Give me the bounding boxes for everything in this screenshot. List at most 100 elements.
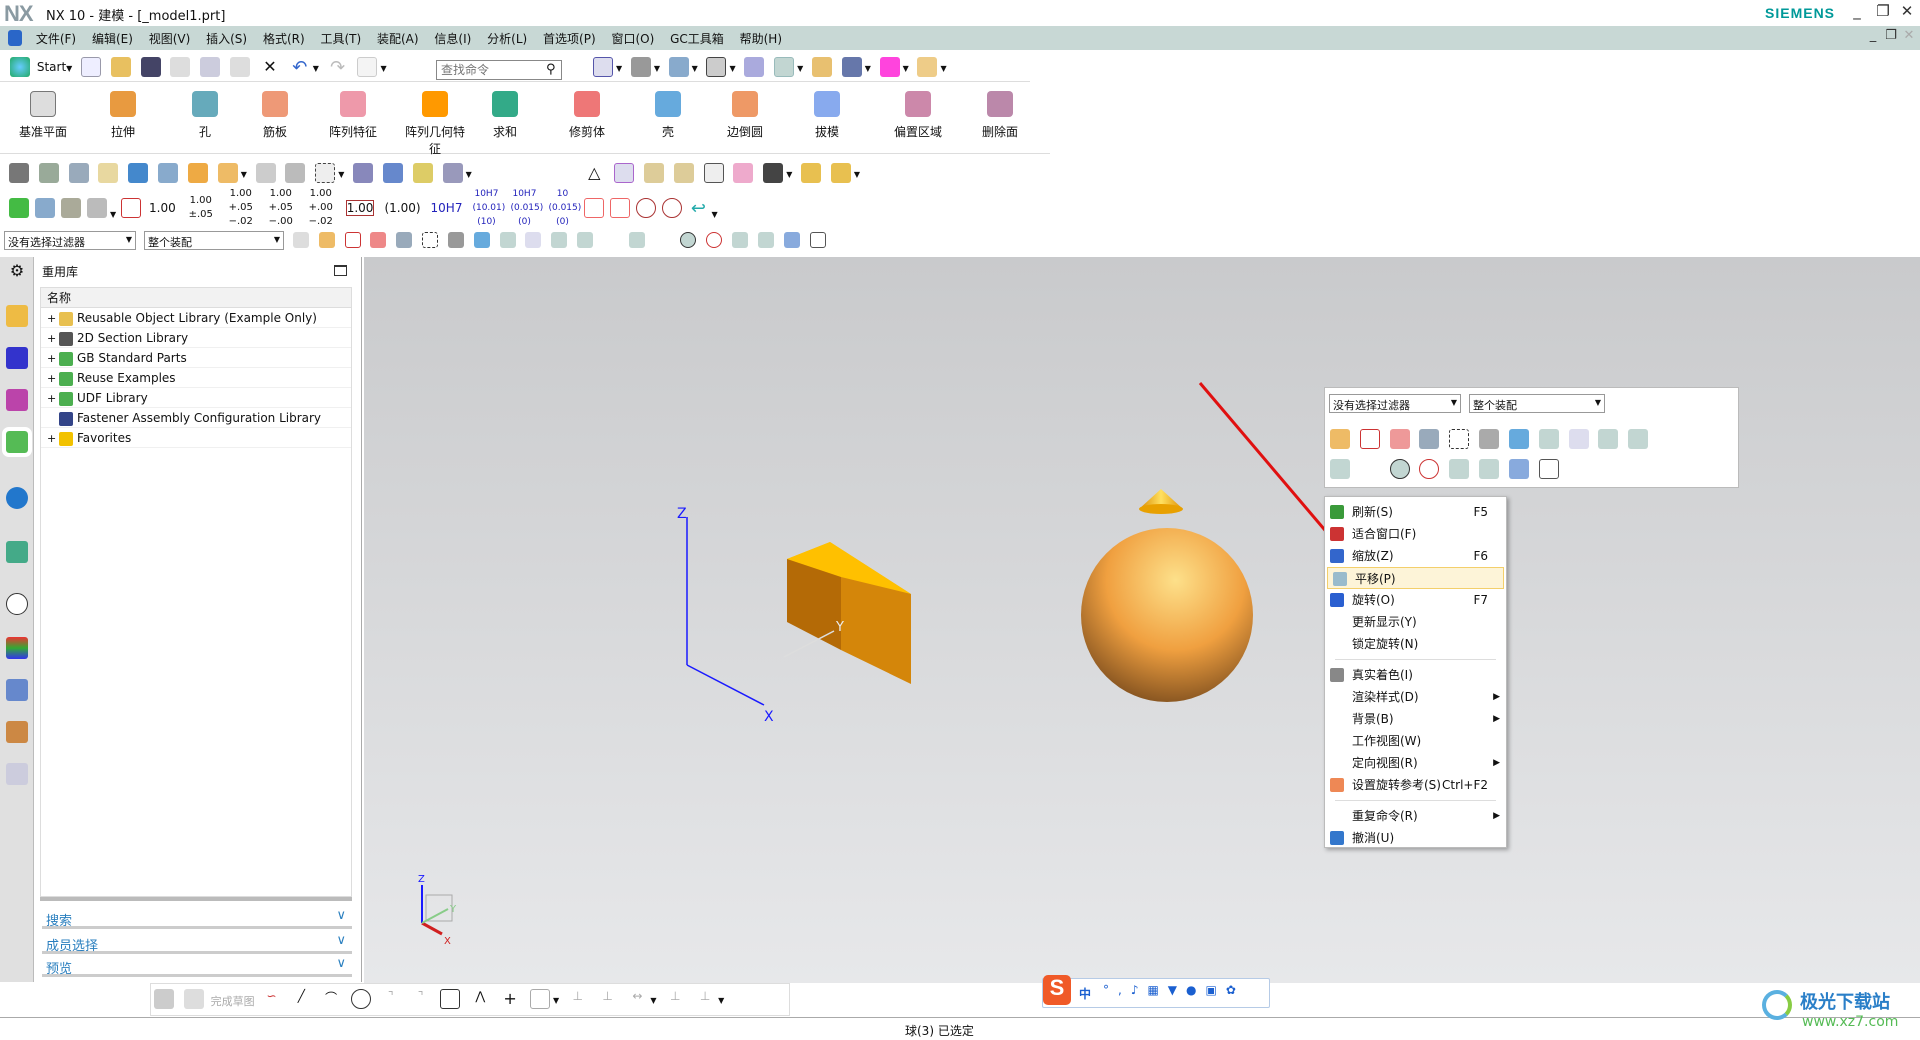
snap-enable-icon[interactable] <box>1538 429 1559 449</box>
menu-tools[interactable]: 工具(T) <box>314 26 367 51</box>
sogou-logo-icon[interactable]: S <box>1043 975 1071 1005</box>
snap-enable-icon[interactable] <box>499 232 516 248</box>
cut-icon[interactable] <box>170 57 191 77</box>
menu-assembly[interactable]: 装配(A) <box>371 26 425 51</box>
menu-item[interactable]: 锁定旋转(N) <box>1325 633 1506 655</box>
shell-button[interactable]: 壳 <box>633 88 703 140</box>
menu-item[interactable]: 适合窗口(F) <box>1325 523 1506 545</box>
rapid-dimension-icon[interactable]: ↔ <box>627 989 647 1009</box>
tree-item[interactable]: + Reuse Examples <box>41 368 351 388</box>
tree-item[interactable]: + GB Standard Parts <box>41 348 351 368</box>
point-on-curve-icon[interactable] <box>1479 459 1500 479</box>
end-point-icon[interactable] <box>551 232 568 248</box>
triangle-icon[interactable]: △ <box>584 163 604 183</box>
snap-icon[interactable] <box>879 57 900 77</box>
curve-point-icon[interactable] <box>603 232 619 248</box>
washer-icon[interactable] <box>412 163 433 183</box>
expand-toggle[interactable]: + <box>47 329 59 349</box>
rectangle-select-icon[interactable] <box>422 232 439 248</box>
profile-icon[interactable]: ∽ <box>261 989 281 1009</box>
diameter2-icon[interactable] <box>662 198 683 218</box>
spring-icon[interactable] <box>353 163 374 183</box>
minimize-button[interactable]: _ <box>1846 2 1868 22</box>
rectangle-icon[interactable] <box>440 989 461 1009</box>
mid-point-icon[interactable] <box>1628 429 1649 449</box>
pattern-geometry-button[interactable]: 阵列几何特征 <box>400 88 470 157</box>
clip-section-icon[interactable] <box>744 57 765 77</box>
copy-icon[interactable] <box>200 57 221 77</box>
spring2-icon[interactable] <box>382 163 403 183</box>
hole-button[interactable]: 孔 <box>170 88 240 140</box>
ime-tool-icons[interactable]: °,♪▦▼●▣✿ <box>1103 983 1245 997</box>
intersection-icon[interactable] <box>1360 459 1380 479</box>
dim-limit2[interactable]: 1.00 +.05 −.00 <box>266 187 296 229</box>
step-icon[interactable] <box>121 198 141 218</box>
menu-file[interactable]: 文件(F) <box>30 26 82 51</box>
reset-filter-icon[interactable] <box>1389 429 1410 449</box>
tool-icon[interactable] <box>9 163 29 183</box>
rib-button[interactable]: 筋板 <box>240 88 310 140</box>
expand-toggle[interactable]: + <box>47 309 59 329</box>
existing-point-icon[interactable] <box>732 232 749 248</box>
grid-icon[interactable] <box>61 198 81 218</box>
select-all-icon[interactable] <box>1419 429 1440 449</box>
datum-plane-button[interactable]: 基准平面 <box>8 88 78 140</box>
expand-toggle[interactable]: + <box>47 429 59 449</box>
splitter[interactable] <box>40 897 352 901</box>
type-filter-icon[interactable] <box>344 232 361 248</box>
surface-icon[interactable] <box>255 163 276 183</box>
tree-item[interactable]: Fastener Assembly Configuration Library <box>41 408 351 428</box>
start-button[interactable]: Start <box>37 60 66 74</box>
block-body[interactable] <box>787 542 911 684</box>
select-all-icon[interactable] <box>396 232 413 248</box>
radius-icon[interactable] <box>584 198 605 218</box>
part-navigator-icon[interactable] <box>6 389 28 411</box>
binocular-icon[interactable] <box>763 163 784 183</box>
menu-edit[interactable]: 编辑(E) <box>86 26 139 51</box>
type-filter-icon[interactable] <box>1359 429 1380 449</box>
tree-item[interactable]: + Reusable Object Library (Example Only) <box>41 308 351 328</box>
dim-fit-limits[interactable]: 10H7 (10.01) (10) <box>472 187 505 229</box>
check-mark-icon[interactable] <box>9 198 29 218</box>
fillet-icon[interactable]: ⌝ <box>381 989 401 1009</box>
mid-point-icon[interactable] <box>577 232 594 248</box>
assembly-navigator-icon[interactable] <box>6 305 28 327</box>
expand-toggle[interactable]: + <box>47 369 59 389</box>
point-on-face-icon[interactable] <box>1508 459 1529 479</box>
menu-item[interactable]: 工作视图(W) <box>1325 730 1506 752</box>
constraint-icon[interactable]: ⊥ <box>665 989 685 1009</box>
assembly-select-icon[interactable] <box>293 232 309 248</box>
render-style-icon[interactable] <box>630 57 651 77</box>
filter-icon[interactable] <box>318 232 335 248</box>
inspect-icon[interactable] <box>35 198 55 218</box>
snap-point-icon[interactable] <box>525 232 542 248</box>
radius2-icon[interactable] <box>610 198 631 218</box>
reuse-library-icon[interactable] <box>2 427 32 457</box>
menu-item[interactable]: 渲染样式(D) ▶ <box>1325 686 1506 708</box>
command-search-input[interactable] <box>436 60 562 80</box>
quadrant-icon[interactable] <box>1419 459 1440 479</box>
constraint-navigator-icon[interactable] <box>6 347 28 369</box>
layer-settings-icon[interactable] <box>68 163 89 183</box>
edge-blend-button[interactable]: 边倒圆 <box>710 88 780 140</box>
menu-help[interactable]: 帮助(H) <box>734 26 788 51</box>
diameter-icon[interactable] <box>636 198 657 218</box>
background-icon[interactable] <box>706 57 727 77</box>
menu-preferences[interactable]: 首选项(P) <box>537 26 602 51</box>
check2-icon[interactable] <box>158 163 179 183</box>
folder-icon[interactable] <box>643 163 664 183</box>
rectangle-select-icon[interactable] <box>1449 429 1470 449</box>
menu-insert[interactable]: 插入(S) <box>200 26 253 51</box>
menu-item[interactable]: 更新显示(Y) <box>1325 611 1506 633</box>
sphere-body[interactable] <box>1081 528 1253 702</box>
point-icon[interactable]: + <box>500 989 520 1009</box>
axis-icon[interactable] <box>87 198 107 218</box>
menu-item[interactable]: 重复命令(R) ▶ <box>1325 805 1506 827</box>
delete-icon[interactable]: ✕ <box>260 57 280 77</box>
layer-icon[interactable] <box>38 163 59 183</box>
ime-language-toggle[interactable]: 中 <box>1079 985 1091 1002</box>
section-member-select[interactable]: 成员选择 ∨ <box>42 932 352 954</box>
display-icon[interactable] <box>841 57 862 77</box>
control-point-icon[interactable] <box>628 232 645 248</box>
grid-snap-icon[interactable] <box>1538 459 1559 479</box>
